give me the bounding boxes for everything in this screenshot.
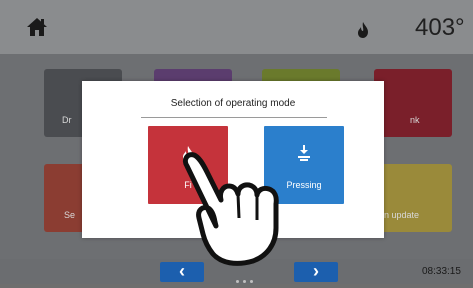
top-bar: 403° (0, 0, 473, 54)
furnace-screen: 403° Dr nk Se n update ‹ › 08:33:15 Sele… (0, 0, 473, 284)
divider (141, 117, 327, 118)
next-page-button[interactable]: › (294, 262, 338, 282)
tile-label: n update (384, 210, 420, 220)
tile-label: nk (410, 115, 420, 125)
dialog-title: Selection of operating mode (170, 98, 296, 109)
flame-icon (358, 22, 368, 38)
temperature-readout: 403° (415, 14, 465, 41)
home-icon[interactable] (26, 17, 48, 37)
press-icon (298, 145, 310, 161)
tile-label: Se (64, 210, 76, 220)
pointing-hand-icon (182, 152, 279, 266)
tile-update[interactable]: n update (374, 164, 452, 232)
tile-label: Dr (62, 115, 72, 125)
clock: 08:33:15 (422, 266, 461, 277)
tile-link[interactable]: nk (374, 69, 452, 137)
